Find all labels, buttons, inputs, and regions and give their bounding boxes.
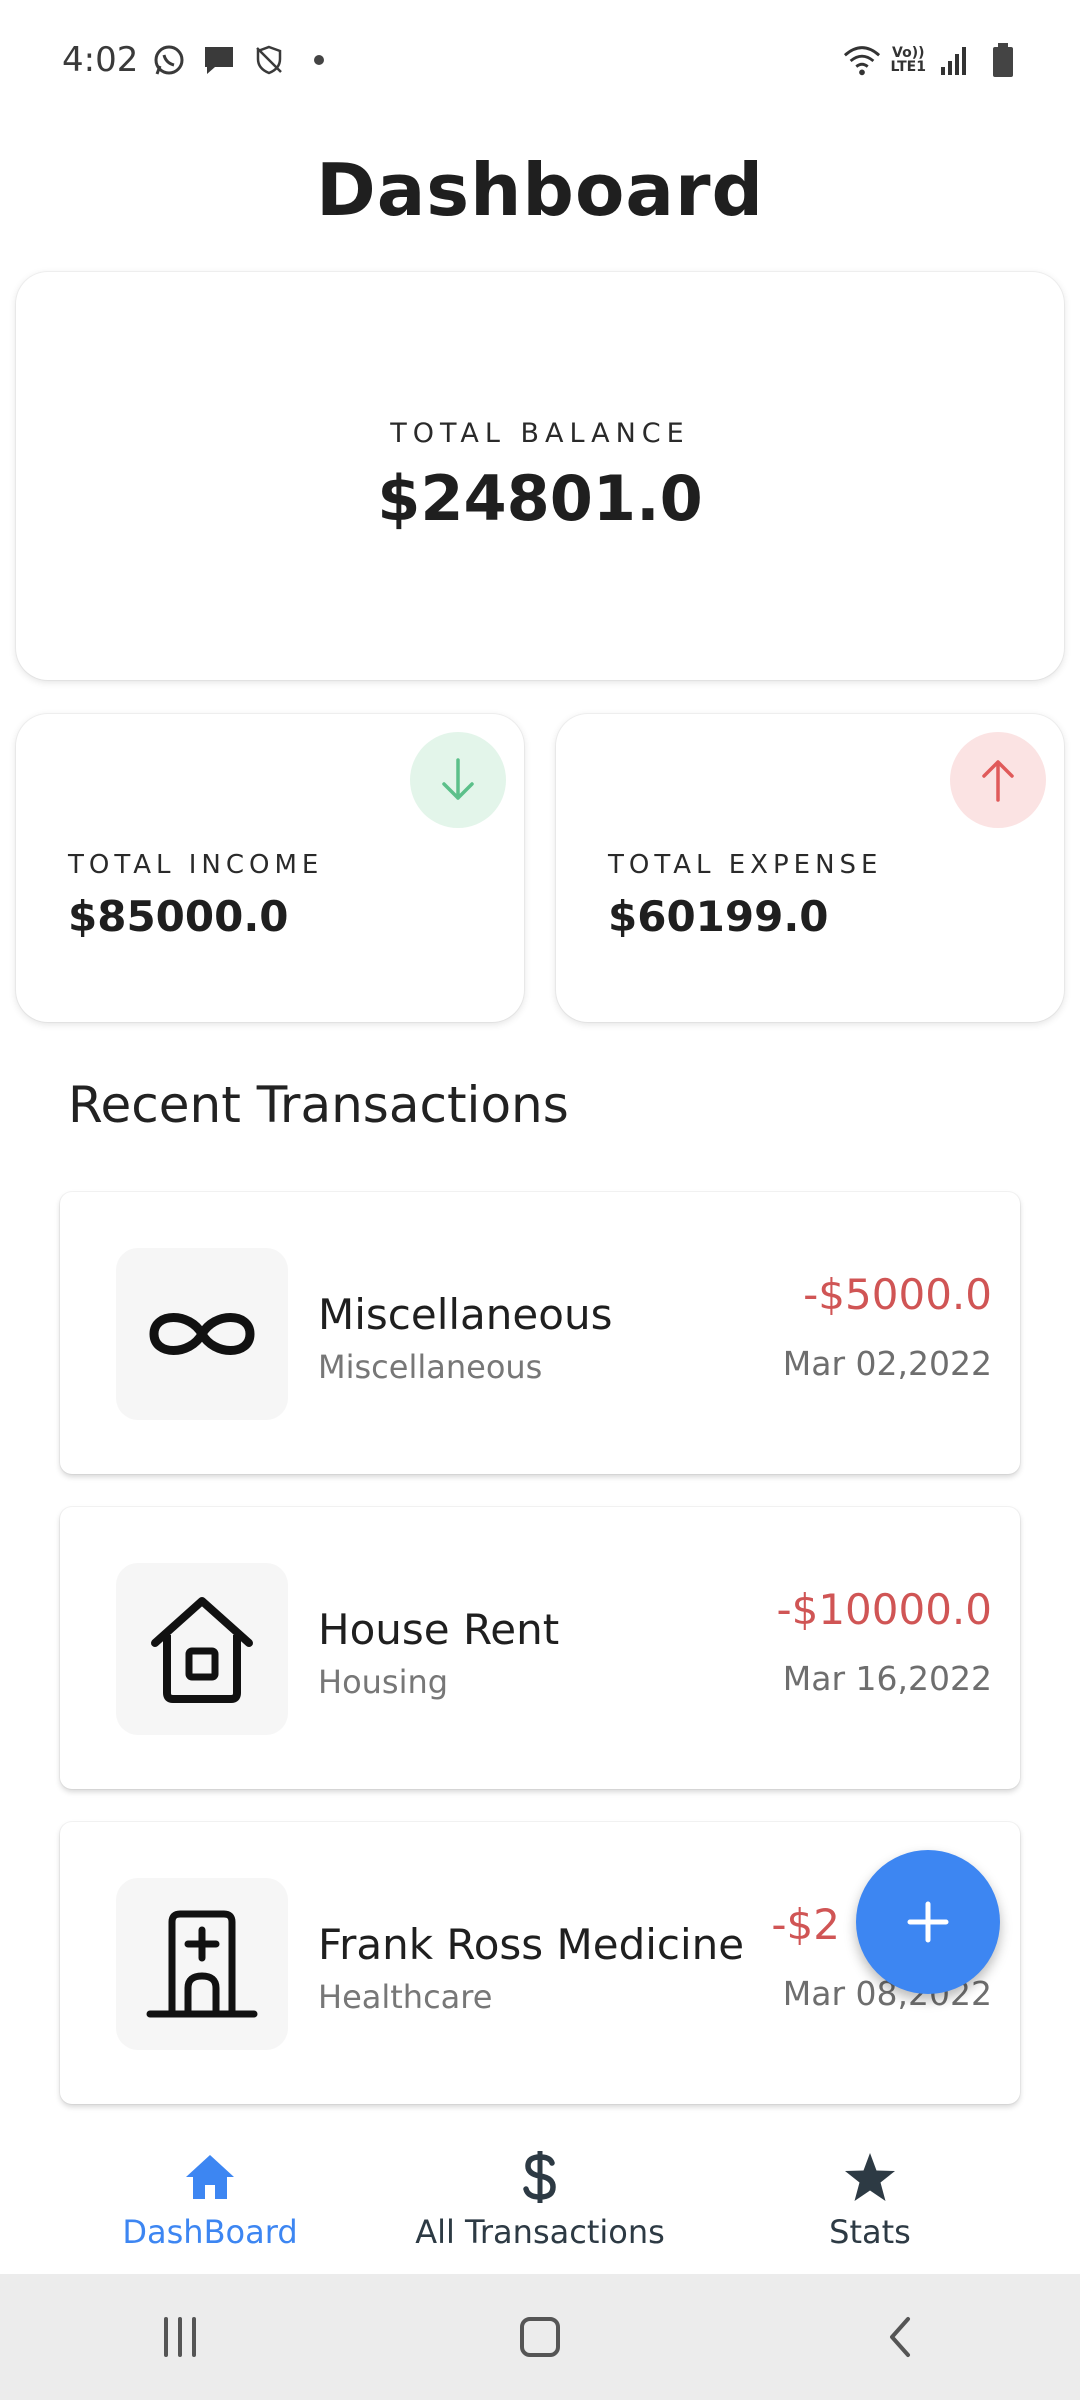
- transaction-name: House Rent: [318, 1605, 560, 1654]
- status-time: 4:02: [62, 40, 139, 80]
- whatsapp-icon: [150, 41, 188, 79]
- notification-dot: [314, 55, 325, 65]
- transaction-amount: -$2: [771, 1900, 840, 1949]
- total-income-label: TOTAL INCOME: [68, 850, 324, 880]
- dollar-icon: [522, 2149, 558, 2205]
- transaction-icon-box: [116, 1563, 288, 1735]
- plus-icon: [907, 1901, 949, 1943]
- recent-transactions-title: Recent Transactions: [68, 1076, 569, 1134]
- arrow-up-icon: [950, 732, 1046, 828]
- bottom-navigation: DashBoard All Transactions Stats: [0, 2126, 1080, 2274]
- network-line-2: LTE1: [890, 59, 926, 75]
- infinity-icon: [149, 1313, 255, 1355]
- back-arrow-icon: [890, 2317, 910, 2357]
- transaction-amount: -$10000.0: [776, 1585, 992, 1634]
- recents-button[interactable]: [140, 2307, 220, 2367]
- transaction-name: Miscellaneous: [318, 1290, 613, 1339]
- star-icon: [843, 2149, 897, 2205]
- nav-item-stats[interactable]: Stats: [720, 2149, 1020, 2251]
- transaction-category: Miscellaneous: [318, 1348, 543, 1386]
- nav-item-dashboard[interactable]: DashBoard: [60, 2149, 360, 2251]
- arrow-down-icon: [410, 732, 506, 828]
- add-transaction-button[interactable]: [856, 1850, 1000, 1994]
- total-balance-value: $24801.0: [377, 462, 703, 535]
- transaction-card[interactable]: Miscellaneous Miscellaneous -$5000.0 Mar…: [60, 1192, 1020, 1474]
- house-icon: [151, 1597, 253, 1703]
- transaction-date: Mar 16,2022: [782, 1659, 992, 1698]
- nav-label-dashboard: DashBoard: [122, 2213, 298, 2251]
- nav-label-all-transactions: All Transactions: [415, 2213, 665, 2251]
- total-balance-label: TOTAL BALANCE: [390, 418, 690, 449]
- status-left: 4:02: [62, 40, 325, 80]
- total-income-value: $85000.0: [68, 892, 289, 941]
- status-right: Vo)) LTE1: [843, 41, 1022, 79]
- transaction-icon-box: [116, 1878, 288, 2050]
- total-expense-value: $60199.0: [608, 892, 829, 941]
- message-icon: [200, 41, 238, 79]
- battery-icon: [984, 41, 1022, 79]
- page-title: Dashboard: [315, 148, 765, 232]
- transaction-icon-box: [116, 1248, 288, 1420]
- recents-icon: [164, 2317, 196, 2357]
- network-type: Vo)) LTE1: [891, 46, 926, 74]
- transaction-card[interactable]: House Rent Housing -$10000.0 Mar 16,2022: [60, 1507, 1020, 1789]
- total-expense-label: TOTAL EXPENSE: [608, 850, 883, 880]
- transaction-name: Frank Ross Medicine: [318, 1920, 745, 1969]
- system-navigation-bar: [0, 2274, 1080, 2400]
- transaction-category: Housing: [318, 1663, 449, 1701]
- home-square-icon: [520, 2317, 560, 2357]
- total-income-card: TOTAL INCOME $85000.0: [16, 714, 524, 1022]
- transaction-category: Healthcare: [318, 1978, 493, 2016]
- home-button[interactable]: [500, 2307, 580, 2367]
- signal-icon: [936, 41, 974, 79]
- wifi-icon: [843, 41, 881, 79]
- total-expense-card: TOTAL EXPENSE $60199.0: [556, 714, 1064, 1022]
- transaction-amount: -$5000.0: [803, 1270, 992, 1319]
- back-button[interactable]: [860, 2307, 940, 2367]
- nav-label-stats: Stats: [829, 2213, 911, 2251]
- hospital-icon: [146, 1910, 258, 2018]
- nav-item-all-transactions[interactable]: All Transactions: [390, 2149, 690, 2251]
- status-bar: 4:02 Vo)) LTE1: [0, 0, 1080, 120]
- home-icon: [184, 2149, 236, 2205]
- transaction-date: Mar 02,2022: [782, 1344, 992, 1383]
- shield-off-icon: [250, 41, 288, 79]
